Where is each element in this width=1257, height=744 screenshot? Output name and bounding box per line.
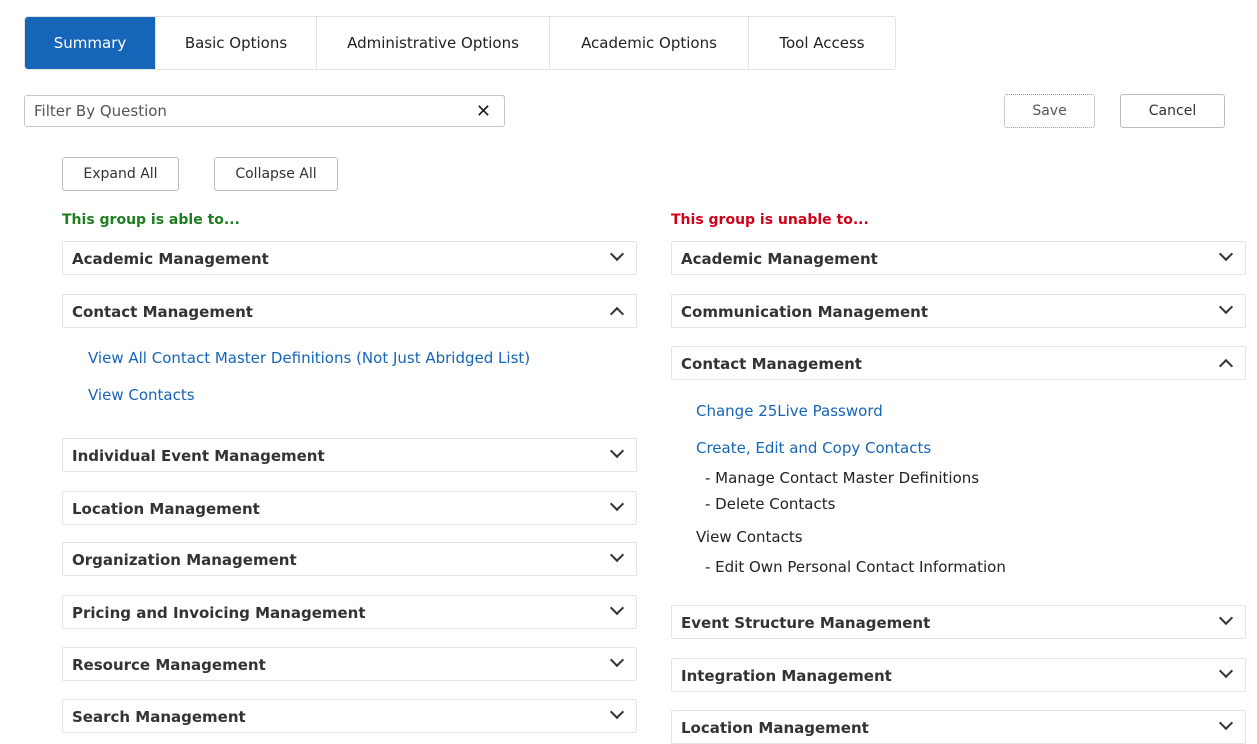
section-label: Location Management [72, 500, 260, 518]
chevron-down-icon [609, 496, 625, 512]
chevron-down-icon [609, 704, 625, 720]
left-section-pricing-invoicing-management[interactable]: Pricing and Invoicing Management [62, 595, 637, 629]
chevron-down-icon [1218, 715, 1234, 731]
left-section-organization-management[interactable]: Organization Management [62, 542, 637, 576]
chevron-down-icon [609, 246, 625, 262]
right-section-integration-management[interactable]: Integration Management [671, 658, 1246, 692]
chevron-down-icon [609, 547, 625, 563]
section-label: Event Structure Management [681, 614, 931, 632]
chevron-down-icon [1218, 299, 1234, 315]
tab-summary[interactable]: Summary [25, 17, 156, 69]
unable-group-title: This group is unable to... [671, 212, 869, 228]
right-contact-item[interactable]: Change 25Live Password [696, 402, 883, 420]
left-section-location-management[interactable]: Location Management [62, 491, 637, 525]
right-contact-item: View Contacts [696, 528, 803, 546]
right-section-contact-management[interactable]: Contact Management [671, 346, 1246, 380]
right-section-academic-management[interactable]: Academic Management [671, 241, 1246, 275]
section-label: Pricing and Invoicing Management [72, 604, 366, 622]
section-label: Search Management [72, 708, 246, 726]
chevron-down-icon [1218, 610, 1234, 626]
left-contact-item[interactable]: View Contacts [88, 386, 195, 404]
tab-basic-options[interactable]: Basic Options [156, 17, 317, 69]
right-section-event-structure-management[interactable]: Event Structure Management [671, 605, 1246, 639]
section-label: Location Management [681, 719, 869, 737]
tab-tool-access[interactable]: Tool Access [749, 17, 895, 69]
save-button[interactable]: Save [1004, 94, 1095, 128]
filter-box: ✕ [24, 95, 505, 127]
section-label: Individual Event Management [72, 447, 325, 465]
section-label: Contact Management [681, 355, 862, 373]
collapse-all-button[interactable]: Collapse All [214, 157, 338, 191]
chevron-down-icon [609, 652, 625, 668]
tab-bar: Summary Basic Options Administrative Opt… [24, 16, 896, 70]
chevron-up-icon [1218, 358, 1234, 374]
close-icon[interactable]: ✕ [476, 101, 491, 122]
chevron-down-icon [1218, 663, 1234, 679]
chevron-down-icon [609, 443, 625, 459]
left-section-resource-management[interactable]: Resource Management [62, 647, 637, 681]
chevron-down-icon [1218, 246, 1234, 262]
tab-administrative-options[interactable]: Administrative Options [317, 17, 550, 69]
section-label: Contact Management [72, 303, 253, 321]
right-contact-item[interactable]: Create, Edit and Copy Contacts [696, 439, 931, 457]
section-label: Academic Management [681, 250, 878, 268]
right-section-communication-management[interactable]: Communication Management [671, 294, 1246, 328]
tab-academic-options[interactable]: Academic Options [550, 17, 749, 69]
chevron-up-icon [609, 306, 625, 322]
section-label: Resource Management [72, 656, 266, 674]
left-section-search-management[interactable]: Search Management [62, 699, 637, 733]
section-label: Academic Management [72, 250, 269, 268]
expand-all-button[interactable]: Expand All [62, 157, 179, 191]
right-contact-subitem: - Delete Contacts [705, 495, 836, 513]
left-section-academic-management[interactable]: Academic Management [62, 241, 637, 275]
cancel-button[interactable]: Cancel [1120, 94, 1225, 128]
right-contact-subitem: - Edit Own Personal Contact Information [705, 558, 1006, 576]
left-section-contact-management[interactable]: Contact Management [62, 294, 637, 328]
chevron-down-icon [609, 600, 625, 616]
section-label: Communication Management [681, 303, 929, 321]
section-label: Organization Management [72, 551, 297, 569]
left-section-individual-event-management[interactable]: Individual Event Management [62, 438, 637, 472]
section-label: Integration Management [681, 667, 892, 685]
able-group-title: This group is able to... [62, 212, 240, 228]
left-contact-item[interactable]: View All Contact Master Definitions (Not… [88, 349, 530, 367]
right-contact-subitem: - Manage Contact Master Definitions [705, 469, 980, 487]
filter-input[interactable] [25, 96, 483, 126]
right-section-location-management[interactable]: Location Management [671, 710, 1246, 744]
